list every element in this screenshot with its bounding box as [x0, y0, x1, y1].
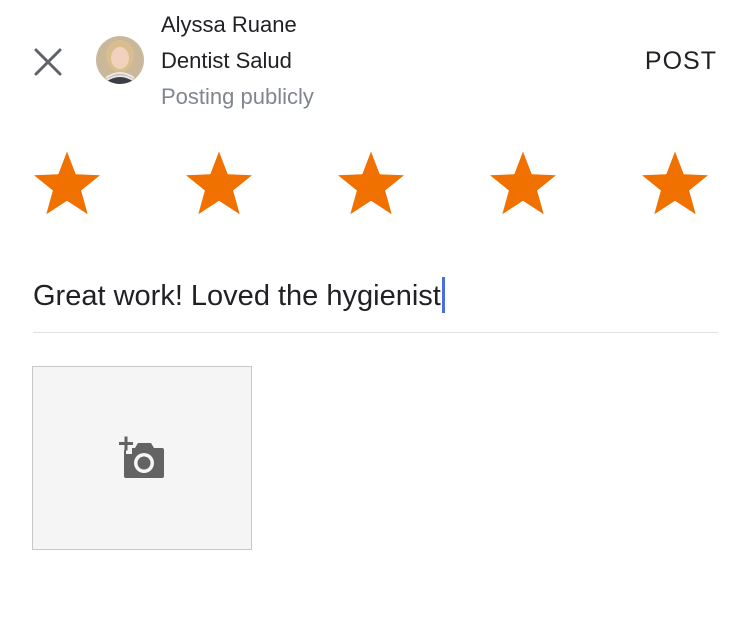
review-field-underline [33, 332, 718, 333]
star-1[interactable] [31, 148, 103, 218]
post-button[interactable]: POST [645, 44, 717, 78]
review-text: Great work! Loved the hygienist [33, 280, 441, 312]
text-caret [441, 277, 445, 314]
star-5[interactable] [639, 148, 711, 218]
star-icon [186, 151, 252, 215]
star-icon [642, 151, 708, 215]
star-3[interactable] [335, 148, 407, 218]
star-4[interactable] [487, 148, 559, 218]
star-2[interactable] [183, 148, 255, 218]
star-icon [490, 151, 556, 215]
star-icon [34, 151, 100, 215]
user-name: Alyssa Ruane [161, 12, 297, 37]
review-text-field[interactable]: Great work! Loved the hygienist [33, 274, 718, 318]
posting-visibility: Posting publicly [161, 84, 314, 109]
review-editor: Alyssa Ruane Dentist Salud Posting publi… [0, 0, 750, 625]
avatar [96, 36, 144, 84]
add-photo-icon [119, 436, 164, 478]
close-button[interactable] [28, 42, 68, 82]
place-name: Dentist Salud [161, 48, 292, 73]
star-icon [338, 151, 404, 215]
close-icon [34, 48, 62, 76]
